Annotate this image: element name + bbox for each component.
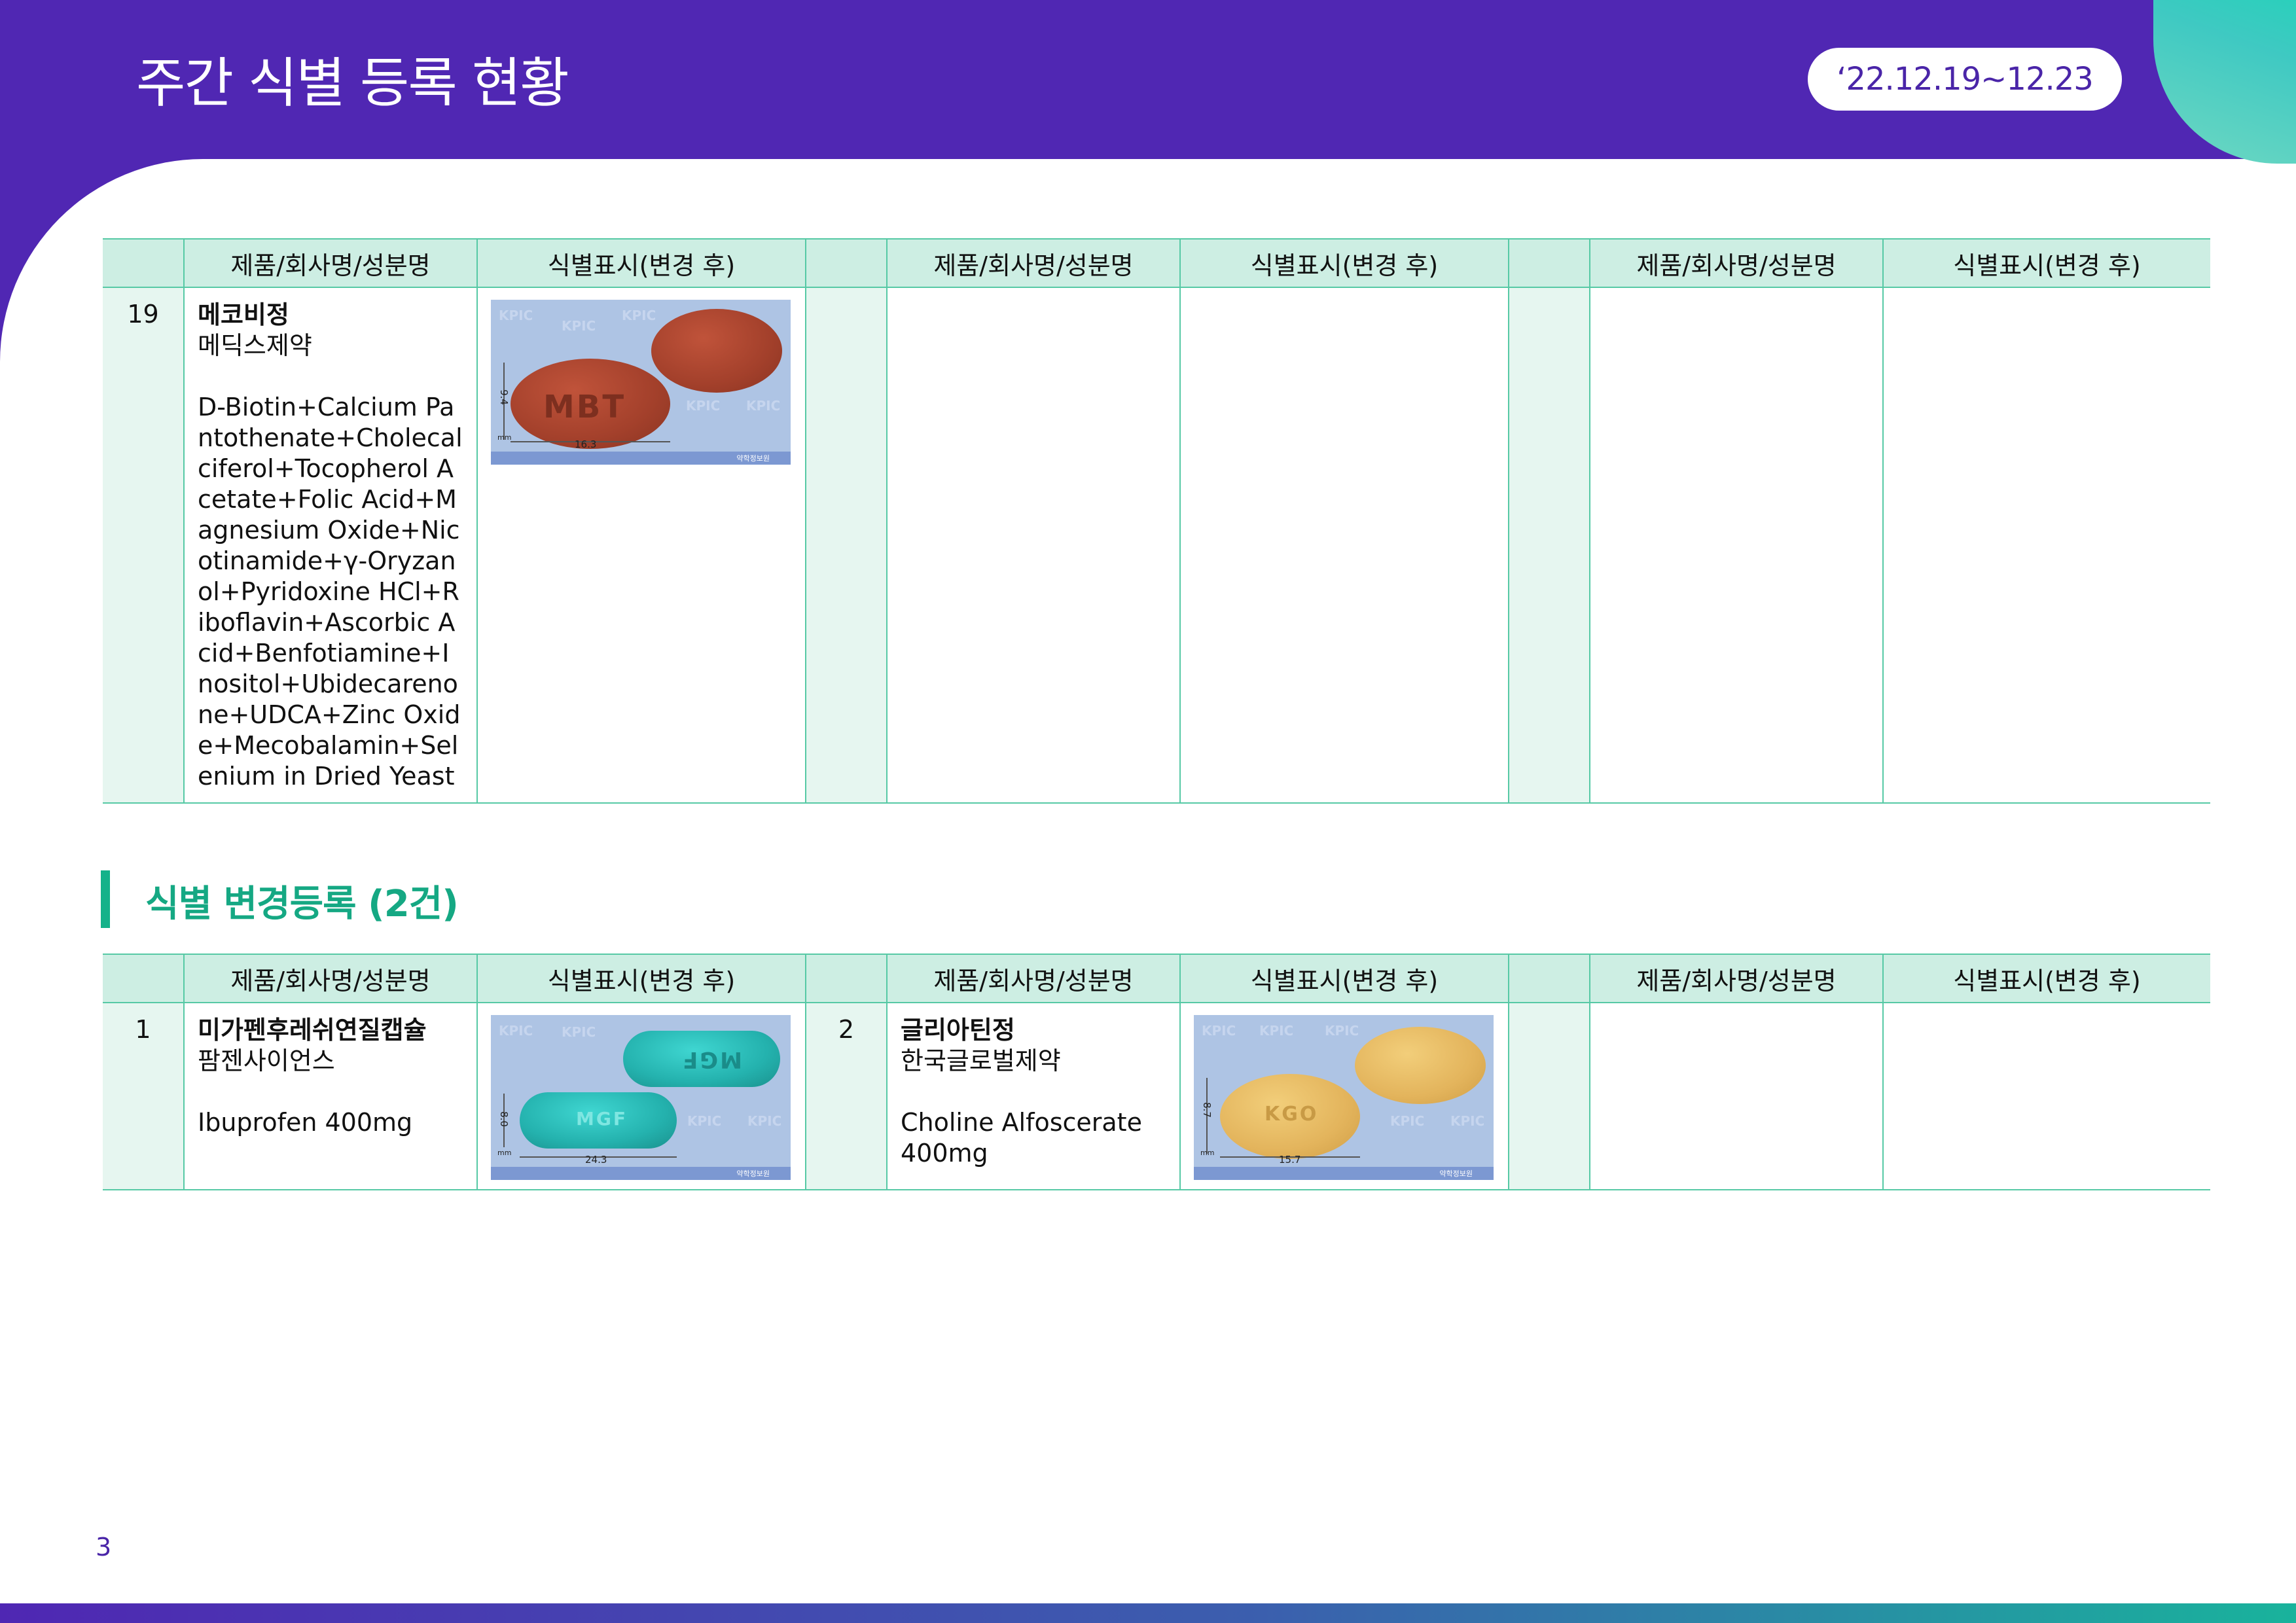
header-mark: 식별표시(변경 후) (476, 954, 806, 1003)
source-label: 약학정보원 (1439, 1169, 1473, 1178)
source-label: 약학정보원 (736, 1169, 770, 1178)
mark-cell: KPIC KPIC KPIC KPIC KPIC KGO 8.7 mm 15.7… (1179, 1003, 1509, 1190)
page-number: 3 (96, 1533, 112, 1561)
pill-photo: KPIC KPIC KPIC KPIC MGF MGF 8.0 mm 24.3 … (491, 1015, 791, 1180)
watermark: KPIC (499, 1023, 533, 1039)
header-no (805, 238, 887, 288)
pill-photo: KPIC KPIC KPIC KPIC KPIC MBT 9.4 mm 16.3… (491, 300, 791, 465)
ingredient-text: D-Biotin+Calcium Pantothenate+Cholecalci… (198, 393, 463, 791)
company-name: 메딕스제약 (198, 331, 312, 360)
watermark: KPIC (1390, 1113, 1425, 1129)
footer-bar (0, 1603, 2296, 1623)
header-no (103, 954, 184, 1003)
date-range-badge: ‘22.12.19~12.23 (1808, 48, 2122, 111)
table-header-row: 제품/회사명/성분명 식별표시(변경 후) 제품/회사명/성분명 식별표시(변경… (103, 238, 2210, 288)
row-number: 19 (103, 287, 184, 804)
mark-cell (1882, 287, 2210, 804)
header-product: 제품/회사명/성분명 (183, 238, 477, 288)
header-mark: 식별표시(변경 후) (1882, 954, 2210, 1003)
header-product: 제품/회사명/성분명 (886, 238, 1180, 288)
scale-height: 8.7 (1200, 1102, 1213, 1118)
page-title: 주간 식별 등록 현황 (136, 52, 569, 115)
company-name: 한국글로벌제약 (901, 1046, 1061, 1075)
weekly-registration-table: 제품/회사명/성분명 식별표시(변경 후) 제품/회사명/성분명 식별표시(변경… (103, 238, 2210, 804)
header-no (1508, 954, 1590, 1003)
pill-imprint: MGF (681, 1046, 742, 1073)
header-product: 제품/회사명/성분명 (1589, 954, 1883, 1003)
product-cell: 미가펜후레쉬연질캡슐 팜젠사이언스 Ibuprofen 400mg (183, 1003, 477, 1190)
table-header-row: 제품/회사명/성분명 식별표시(변경 후) 제품/회사명/성분명 식별표시(변경… (103, 954, 2210, 1003)
header-mark: 식별표시(변경 후) (476, 238, 806, 288)
product-cell (886, 287, 1180, 804)
header-product: 제품/회사명/성분명 (886, 954, 1180, 1003)
ingredient-text: Ibuprofen 400mg (198, 1108, 413, 1137)
product-name: 글리아틴정 (901, 1016, 1015, 1044)
watermark: KPIC (622, 308, 656, 323)
watermark: KPIC (1325, 1023, 1359, 1039)
header-mark: 식별표시(변경 후) (1179, 238, 1509, 288)
product-cell (1589, 287, 1883, 804)
section-accent-bar (101, 870, 110, 928)
mark-cell: KPIC KPIC KPIC KPIC MGF MGF 8.0 mm 24.3 … (476, 1003, 806, 1190)
scale-width: 15.7 (1279, 1154, 1301, 1166)
watermark: KPIC (746, 398, 781, 414)
pill-photo: KPIC KPIC KPIC KPIC KPIC KGO 8.7 mm 15.7… (1194, 1015, 1494, 1180)
mark-cell (1179, 287, 1509, 804)
header-no (805, 954, 887, 1003)
change-registration-table: 제품/회사명/성분명 식별표시(변경 후) 제품/회사명/성분명 식별표시(변경… (103, 954, 2210, 1190)
watermark: KPIC (562, 318, 596, 334)
watermark: KPIC (747, 1113, 782, 1129)
row-number: 2 (805, 1003, 887, 1190)
pill-image (651, 309, 782, 393)
watermark: KPIC (1450, 1113, 1485, 1129)
row-number (1508, 1003, 1590, 1190)
company-name: 팜젠사이언스 (198, 1046, 335, 1075)
scale-unit: mm (1200, 1149, 1215, 1157)
watermark: KPIC (562, 1024, 596, 1040)
pill-imprint: MBT (543, 389, 626, 425)
section-title: 식별 변경등록 (2건) (145, 883, 459, 925)
header-product: 제품/회사명/성분명 (1589, 238, 1883, 288)
mark-cell (1882, 1003, 2210, 1190)
pill-imprint: MGF (576, 1108, 628, 1130)
pill-image (1355, 1027, 1486, 1104)
watermark: KPIC (687, 1113, 722, 1129)
header-mark: 식별표시(변경 후) (1179, 954, 1509, 1003)
header-mark: 식별표시(변경 후) (1882, 238, 2210, 288)
product-name: 미가펜후레쉬연질캡슐 (198, 1016, 427, 1044)
scale-width: 16.3 (575, 438, 597, 450)
product-name: 메코비정 (198, 300, 289, 329)
header-no (103, 238, 184, 288)
product-cell: 메코비정 메딕스제약 D-Biotin+Calcium Pantothenate… (183, 287, 477, 804)
watermark: KPIC (1259, 1023, 1294, 1039)
source-label: 약학정보원 (736, 454, 770, 463)
scale-height: 8.0 (497, 1111, 510, 1127)
scale-unit: mm (497, 433, 512, 442)
mark-cell: KPIC KPIC KPIC KPIC KPIC MBT 9.4 mm 16.3… (476, 287, 806, 804)
table-row: 19 메코비정 메딕스제약 D-Biotin+Calcium Pantothen… (103, 287, 2210, 804)
row-number: 1 (103, 1003, 184, 1190)
pill-imprint: KGO (1265, 1103, 1319, 1126)
watermark: KPIC (499, 308, 533, 323)
scale-width: 24.3 (585, 1154, 607, 1166)
table-row: 1 미가펜후레쉬연질캡슐 팜젠사이언스 Ibuprofen 400mg KPIC… (103, 1003, 2210, 1190)
header-product: 제품/회사명/성분명 (183, 954, 477, 1003)
scale-unit: mm (497, 1149, 512, 1157)
product-cell: 글리아틴정 한국글로벌제약 Choline Alfoscerate 400mg (886, 1003, 1180, 1190)
product-cell (1589, 1003, 1883, 1190)
scale-height: 9.4 (497, 389, 510, 405)
watermark: KPIC (686, 398, 721, 414)
ingredient-text: Choline Alfoscerate 400mg (901, 1108, 1142, 1168)
row-number (805, 287, 887, 804)
watermark: KPIC (1202, 1023, 1236, 1039)
header-no (1508, 238, 1590, 288)
row-number (1508, 287, 1590, 804)
